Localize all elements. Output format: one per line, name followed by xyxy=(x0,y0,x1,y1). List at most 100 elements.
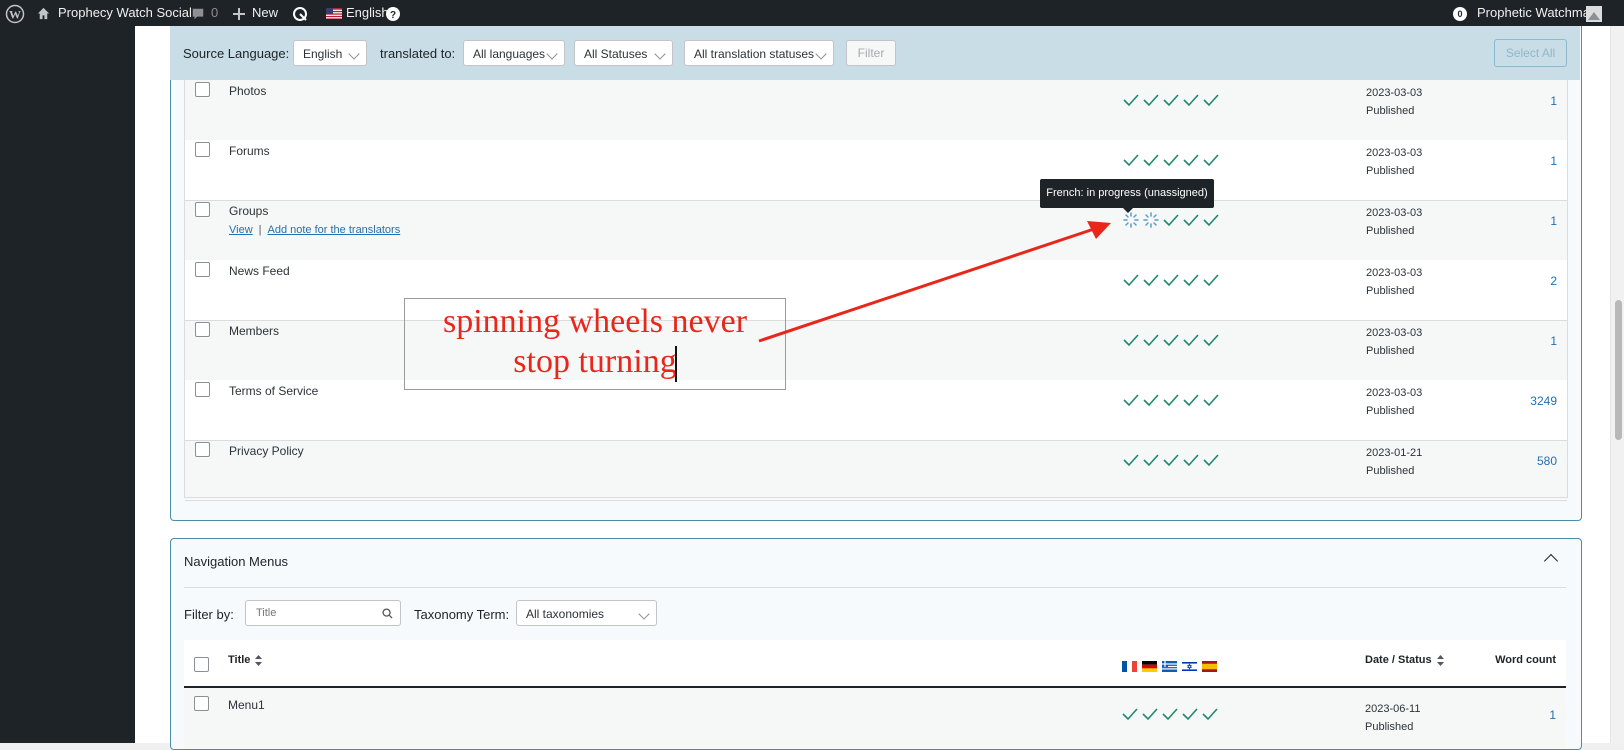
view-link[interactable]: View xyxy=(229,224,253,236)
row-date: 2023-03-03 xyxy=(1366,267,1423,279)
check-icon[interactable] xyxy=(1123,272,1139,288)
row-word-count[interactable]: 3249 xyxy=(1530,394,1557,408)
row-checkbox[interactable] xyxy=(195,82,210,97)
check-icon[interactable] xyxy=(1183,92,1199,108)
translation-status-icons xyxy=(1123,152,1223,168)
check-icon[interactable] xyxy=(1183,152,1199,168)
check-icon[interactable] xyxy=(1163,272,1179,288)
check-icon[interactable] xyxy=(1123,332,1139,348)
check-icon[interactable] xyxy=(1163,212,1179,228)
row-checkbox[interactable] xyxy=(195,322,210,337)
site-home-icon[interactable] xyxy=(36,0,51,26)
user-name-link[interactable]: Prophetic Watchman xyxy=(1477,0,1597,26)
site-name-link[interactable]: Prophecy Watch Social xyxy=(58,0,192,26)
translated-to-select[interactable]: All languages xyxy=(463,40,565,66)
notifications-badge[interactable]: 0 xyxy=(1453,0,1467,26)
check-icon[interactable] xyxy=(1203,392,1219,408)
row-title[interactable]: Menu1 xyxy=(228,698,265,712)
row-title[interactable]: Privacy Policy xyxy=(229,444,304,458)
check-icon[interactable] xyxy=(1203,212,1219,228)
check-icon[interactable] xyxy=(1183,272,1199,288)
row-word-count[interactable]: 2 xyxy=(1550,274,1557,288)
check-icon[interactable] xyxy=(1123,152,1139,168)
check-icon[interactable] xyxy=(1203,92,1219,108)
filter-button[interactable]: Filter xyxy=(846,40,896,66)
check-icon[interactable] xyxy=(1123,92,1139,108)
check-icon[interactable] xyxy=(1143,152,1159,168)
new-content-link[interactable]: New xyxy=(252,0,278,26)
check-icon[interactable] xyxy=(1142,706,1158,722)
check-icon[interactable] xyxy=(1162,706,1178,722)
add-note-link[interactable]: Add note for the translators xyxy=(268,224,401,236)
comments-count[interactable]: 0 xyxy=(211,0,218,26)
check-icon[interactable] xyxy=(1163,392,1179,408)
row-word-count[interactable]: 1 xyxy=(1550,154,1557,168)
spinner-icon[interactable] xyxy=(1123,212,1139,228)
check-icon[interactable] xyxy=(1122,706,1138,722)
check-icon[interactable] xyxy=(1143,452,1159,468)
check-icon[interactable] xyxy=(1163,332,1179,348)
help-icon[interactable]: ? xyxy=(386,0,400,26)
wordpress-logo-icon[interactable]: W xyxy=(5,0,25,26)
language-switcher[interactable]: English xyxy=(346,0,389,26)
title-filter-input[interactable] xyxy=(245,600,401,626)
row-title[interactable]: Groups xyxy=(229,204,268,218)
check-icon[interactable] xyxy=(1183,212,1199,228)
row-word-count[interactable]: 1 xyxy=(1550,214,1557,228)
row-checkbox[interactable] xyxy=(194,696,209,711)
title-search-input[interactable] xyxy=(245,600,401,626)
check-icon[interactable] xyxy=(1123,452,1139,468)
check-icon[interactable] xyxy=(1163,92,1179,108)
row-word-count[interactable]: 1 xyxy=(1550,94,1557,108)
check-icon[interactable] xyxy=(1183,392,1199,408)
check-icon[interactable] xyxy=(1203,452,1219,468)
row-title[interactable]: Terms of Service xyxy=(229,384,318,398)
status-select[interactable]: All Statuses xyxy=(574,40,673,66)
row-checkbox[interactable] xyxy=(195,442,210,457)
select-all-checkbox[interactable] xyxy=(194,657,209,672)
column-title[interactable]: Title xyxy=(228,654,263,666)
sort-icon[interactable] xyxy=(1436,654,1444,666)
source-language-label: Source Language: xyxy=(183,46,290,61)
plus-icon[interactable] xyxy=(233,0,245,26)
row-checkbox[interactable] xyxy=(195,262,210,277)
check-icon[interactable] xyxy=(1143,332,1159,348)
taxonomy-select[interactable]: All taxonomies xyxy=(516,600,657,626)
check-icon[interactable] xyxy=(1203,332,1219,348)
row-title[interactable]: Photos xyxy=(229,84,266,98)
row-word-count[interactable]: 580 xyxy=(1537,454,1557,468)
check-icon[interactable] xyxy=(1202,706,1218,722)
check-icon[interactable] xyxy=(1203,152,1219,168)
column-date-status[interactable]: Date / Status xyxy=(1365,654,1444,666)
check-icon[interactable] xyxy=(1183,332,1199,348)
check-icon[interactable] xyxy=(1143,392,1159,408)
row-title[interactable]: News Feed xyxy=(229,264,290,278)
source-language-select[interactable]: English xyxy=(293,40,367,66)
check-icon[interactable] xyxy=(1123,392,1139,408)
avatar[interactable] xyxy=(1586,0,1602,26)
table-row: Menu1 2023-06-11 Published 1 xyxy=(184,688,1566,748)
check-icon[interactable] xyxy=(1183,452,1199,468)
search-icon[interactable] xyxy=(382,606,393,624)
check-icon[interactable] xyxy=(1163,152,1179,168)
select-all-button[interactable]: Select All xyxy=(1494,39,1567,67)
es-flag-icon xyxy=(1202,659,1217,672)
comments-icon[interactable] xyxy=(191,0,205,26)
check-icon[interactable] xyxy=(1143,272,1159,288)
check-icon[interactable] xyxy=(1163,452,1179,468)
check-icon[interactable] xyxy=(1182,706,1198,722)
row-checkbox[interactable] xyxy=(195,382,210,397)
scrollbar-thumb[interactable] xyxy=(1615,300,1622,440)
translation-status-select[interactable]: All translation statuses xyxy=(684,40,834,66)
check-icon[interactable] xyxy=(1203,272,1219,288)
row-checkbox[interactable] xyxy=(195,202,210,217)
row-title[interactable]: Forums xyxy=(229,144,270,158)
row-title[interactable]: Members xyxy=(229,324,279,338)
wpml-icon[interactable] xyxy=(292,0,308,26)
check-icon[interactable] xyxy=(1143,92,1159,108)
spinner-icon[interactable] xyxy=(1143,212,1159,228)
sort-icon[interactable] xyxy=(255,654,263,666)
row-word-count[interactable]: 1 xyxy=(1549,708,1556,722)
row-checkbox[interactable] xyxy=(195,142,210,157)
row-word-count[interactable]: 1 xyxy=(1550,334,1557,348)
